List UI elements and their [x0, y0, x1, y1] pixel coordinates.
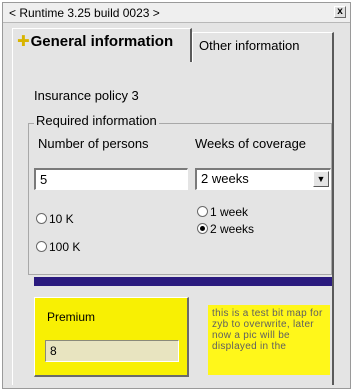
- tab-other-information[interactable]: Other information: [192, 32, 334, 62]
- close-icon: x: [337, 6, 343, 17]
- radio-circle: [36, 241, 47, 252]
- premium-label: Premium: [47, 310, 96, 324]
- title-bar[interactable]: < Runtime 3.25 build 0023 > x: [3, 3, 350, 23]
- bitmap-placeholder: this is a test bit map for zyb to overwr…: [208, 305, 330, 375]
- radio-2-weeks-label: 2 weeks: [210, 222, 255, 236]
- close-button[interactable]: x: [334, 6, 346, 18]
- premium-panel: Premium 8: [34, 297, 189, 377]
- radio-circle: [197, 206, 208, 217]
- persons-input[interactable]: [34, 168, 188, 190]
- plus-icon: ✚: [17, 33, 30, 50]
- tab-general-label: General information: [30, 33, 174, 50]
- radio-circle: [36, 213, 47, 224]
- persons-label: Number of persons: [38, 136, 149, 151]
- required-information-legend: Required information: [34, 113, 159, 128]
- radio-10k[interactable]: 10 K: [36, 212, 74, 226]
- weeks-label: Weeks of coverage: [195, 136, 307, 151]
- tab-general-information[interactable]: ✚General information: [12, 28, 192, 62]
- radio-100k-label: 100 K: [49, 240, 81, 254]
- chevron-down-icon[interactable]: ▼: [313, 171, 329, 187]
- radio-2-weeks[interactable]: 2 weeks: [197, 222, 254, 236]
- radio-circle-checked: [197, 223, 208, 234]
- window-title: < Runtime 3.25 build 0023 >: [9, 6, 160, 20]
- divider-bar: [34, 277, 332, 286]
- radio-1-week[interactable]: 1 week: [197, 205, 248, 219]
- weeks-select[interactable]: 2 weeks ▼: [195, 168, 331, 190]
- radio-1-week-label: 1 week: [210, 205, 249, 219]
- radio-100k[interactable]: 100 K: [36, 240, 80, 254]
- policy-label: Insurance policy 3: [34, 88, 139, 103]
- weeks-select-value: 2 weeks: [201, 171, 249, 186]
- tab-other-label: Other information: [199, 38, 300, 53]
- radio-10k-label: 10 K: [49, 212, 74, 226]
- premium-value-field[interactable]: 8: [45, 340, 179, 362]
